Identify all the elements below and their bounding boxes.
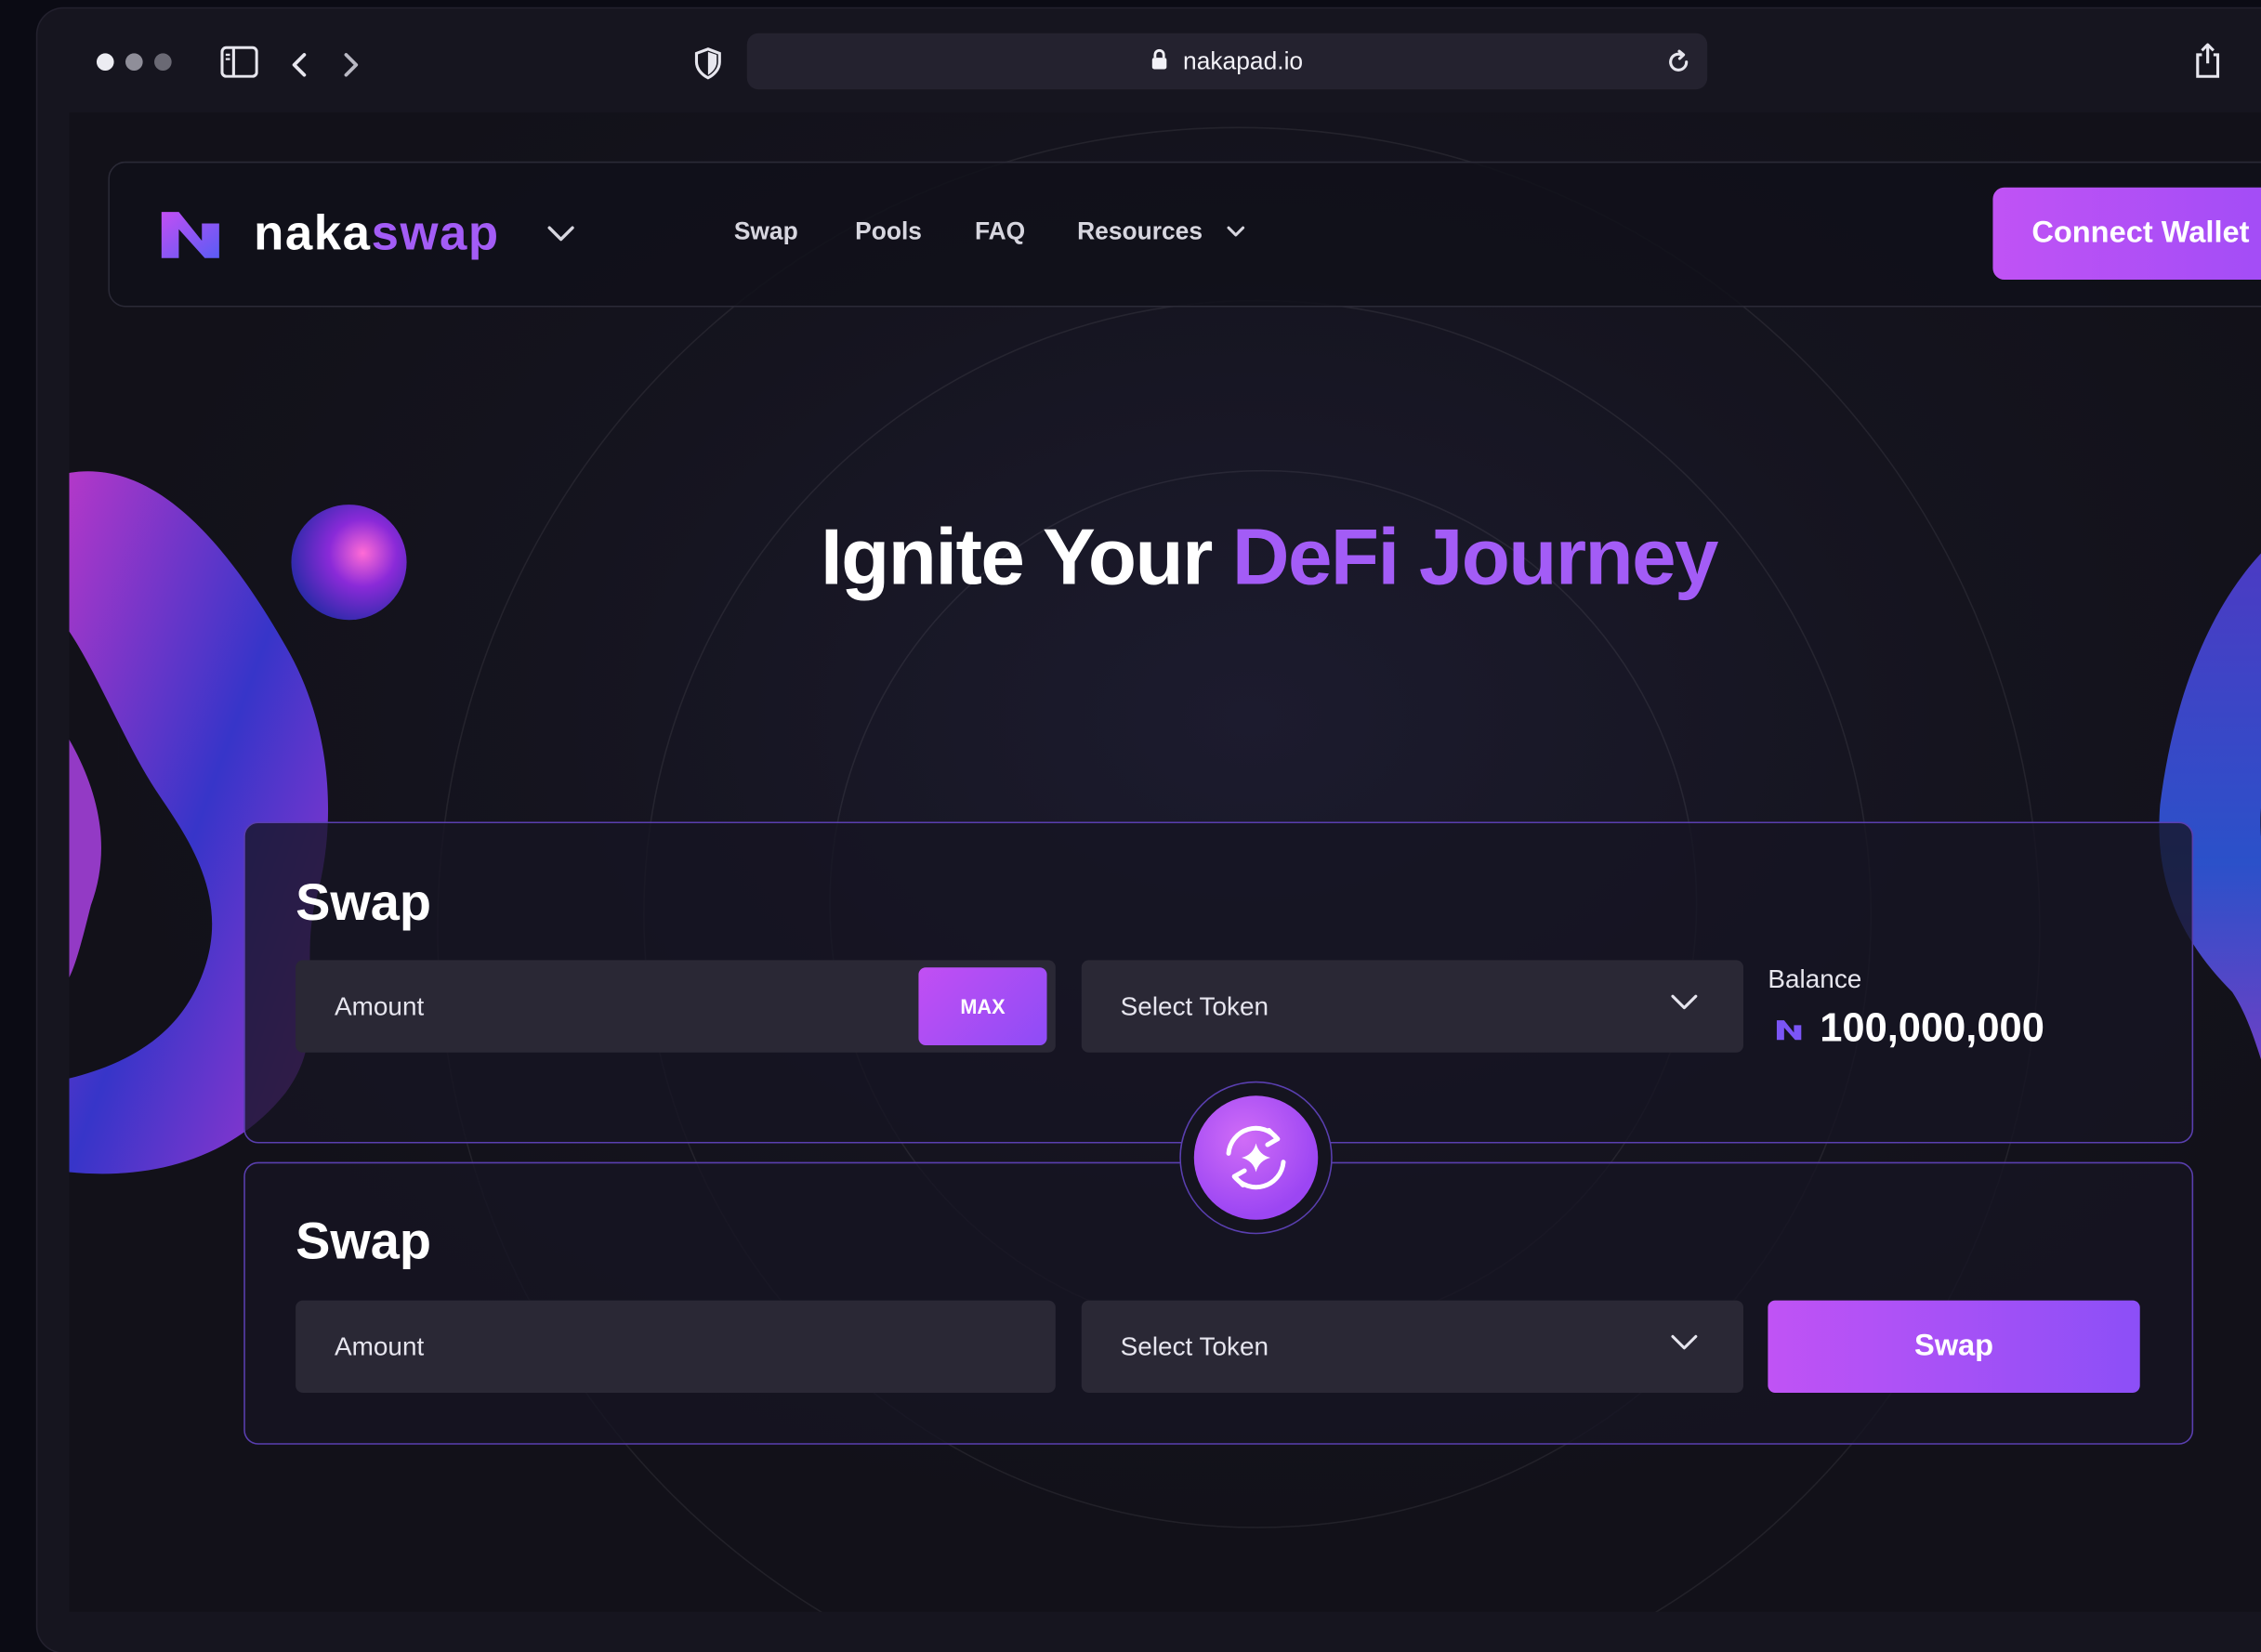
nav-link-swap[interactable]: Swap: [734, 217, 798, 246]
hero-title: Ignite Your DeFi Journey: [69, 510, 2261, 602]
resources-chevron-icon[interactable]: [1224, 224, 1247, 242]
brand-name-prefix: naka: [254, 205, 372, 261]
to-token-select[interactable]: Select Token: [1081, 1300, 1744, 1393]
top-navigation: nakaswap Swap Pools FAQ Resources Connec…: [108, 161, 2261, 308]
nakaswap-logo-icon: [161, 212, 219, 258]
brand-dropdown-chevron-icon[interactable]: [546, 224, 577, 244]
hero-title-accent: DeFi Journey: [1231, 511, 1719, 602]
swap-arrows-sparkle-icon: [1226, 1125, 1286, 1190]
chevron-down-icon: [1671, 994, 1698, 1010]
share-icon[interactable]: [2193, 42, 2222, 79]
brand-name-suffix: swap: [371, 205, 500, 261]
amount-placeholder: Amount: [334, 991, 425, 1021]
receive-amount-placeholder: Amount: [334, 1331, 425, 1361]
swap-button[interactable]: Swap: [1768, 1300, 2140, 1393]
forward-icon[interactable]: [339, 50, 362, 79]
receive-amount-input[interactable]: Amount: [296, 1300, 1056, 1393]
switch-button-ring: [1179, 1081, 1333, 1235]
balance-token-icon: [1776, 1020, 1802, 1041]
address-bar[interactable]: nakapad.io: [746, 33, 1708, 90]
nav-link-pools[interactable]: Pools: [855, 217, 922, 246]
browser-window: nakapad.io nakaswap Swap Pools FAQ Resou…: [37, 8, 2261, 1652]
chevron-down-icon: [1671, 1334, 1698, 1350]
max-button[interactable]: MAX: [918, 967, 1047, 1045]
back-icon[interactable]: [288, 50, 311, 79]
brand-name: nakaswap: [254, 206, 500, 263]
switch-tokens-button[interactable]: [1193, 1095, 1319, 1220]
to-token-label: Select Token: [1120, 1331, 1269, 1361]
url-label: nakapad.io: [1183, 47, 1304, 75]
from-token-select[interactable]: Select Token: [1081, 960, 1744, 1053]
window-close-dot[interactable]: [96, 53, 114, 72]
swap-to-title: Swap: [296, 1211, 432, 1271]
hero-title-plain: Ignite Your: [821, 511, 1232, 602]
url-text: nakapad.io: [747, 47, 1707, 76]
shield-icon[interactable]: [693, 46, 722, 81]
balance-value: 100,000,000: [1820, 1004, 2044, 1050]
sidebar-toggle-icon[interactable]: [220, 46, 258, 78]
lock-icon: [1152, 48, 1167, 70]
window-minimize-dot[interactable]: [125, 53, 143, 72]
webpage: nakaswap Swap Pools FAQ Resources Connec…: [69, 112, 2261, 1612]
swap-from-title: Swap: [296, 872, 432, 932]
screen: nakapad.io nakaswap Swap Pools FAQ Resou…: [0, 0, 2261, 1652]
nav-link-faq[interactable]: FAQ: [975, 217, 1025, 246]
browser-toolbar: nakapad.io: [37, 8, 2261, 115]
from-token-label: Select Token: [1120, 991, 1269, 1021]
window-zoom-dot[interactable]: [154, 53, 172, 72]
connect-wallet-button[interactable]: Connect Wallet: [1992, 187, 2261, 281]
balance-label: Balance: [1768, 964, 1862, 994]
nav-link-resources[interactable]: Resources: [1077, 217, 1203, 246]
amount-input[interactable]: Amount MAX: [296, 960, 1056, 1053]
reload-icon[interactable]: [1665, 49, 1691, 75]
